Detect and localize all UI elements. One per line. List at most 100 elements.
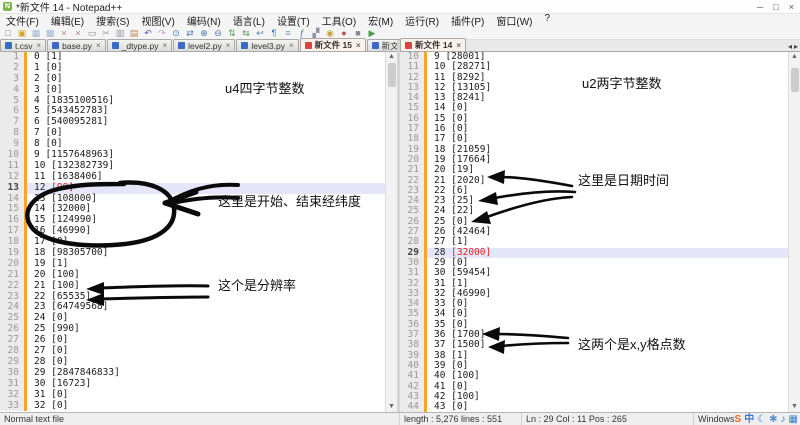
editor-line[interactable]: 3130 [16723] [0,379,397,390]
line-text: 24 [22] [424,205,474,216]
indent-guide-icon[interactable]: ≡ [282,28,294,39]
line-text: 14 [32000] [24,203,91,214]
save-icon[interactable]: ▦ [30,28,42,39]
play-macro-icon[interactable]: ▶ [366,28,378,39]
mic-icon[interactable]: ♪ [781,414,786,425]
line-text: 28 [0] [24,356,68,367]
editor-line[interactable]: 3130 [59454] [400,268,800,278]
menu-item[interactable]: ? [539,13,557,28]
scroll-up-icon[interactable]: ▲ [386,52,397,62]
saved-file-icon [52,42,59,49]
new-file-icon[interactable]: □ [2,28,14,39]
editor-line[interactable]: 4140 [100] [400,371,800,381]
menu-item[interactable]: 编码(N) [181,13,227,28]
stop-macro-icon[interactable]: ■ [352,28,364,39]
menu-item[interactable]: 运行(R) [399,13,445,28]
close-tab-icon[interactable]: × [356,41,361,50]
find-icon[interactable]: ⊙ [170,28,182,39]
close-tab-icon[interactable]: × [226,41,231,50]
line-text: 11 [1638406] [24,171,103,182]
line-text: 0 [1] [24,52,63,62]
copy-icon[interactable]: ▥ [114,28,126,39]
close-tab-icon[interactable]: × [96,41,101,50]
left-editor-pane[interactable]: 10 [1]21 [0]32 [0]43 [0]54 [1835100516]6… [0,52,397,412]
editor-tab[interactable]: _dtype.py× [107,39,173,51]
close-tab-icon[interactable]: × [162,41,167,50]
zoom-out-icon[interactable]: ⊖ [212,28,224,39]
title-bar: N *新文件 14 - Notepad++ ─ □ × [0,0,800,14]
open-folder-icon[interactable]: ▣ [16,28,28,39]
scroll-down-icon[interactable]: ▼ [386,402,397,412]
cut-icon[interactable]: ✂ [100,28,112,39]
print-icon[interactable]: ▭ [86,28,98,39]
sparkle-icon[interactable]: ✱ [769,414,777,425]
editor-line[interactable]: 2221 [100] [0,281,397,292]
editor-line[interactable]: 3332 [0] [0,401,397,412]
menu-item[interactable]: 窗口(W) [490,13,538,28]
line-text: 29 [2847846833] [24,367,120,378]
menu-item[interactable]: 语言(L) [227,13,271,28]
scroll-up-icon[interactable]: ▲ [789,52,800,62]
close-tab-icon[interactable]: × [456,41,461,50]
sync-vertical-icon[interactable]: ⇅ [226,28,238,39]
close-tab-icon[interactable]: × [36,41,41,50]
record-macro-icon[interactable]: ● [338,28,350,39]
maximize-button[interactable]: □ [773,2,778,12]
zoom-in-icon[interactable]: ⊕ [198,28,210,39]
editor-tab[interactable]: level3.py× [236,39,298,51]
line-text: 19 [1] [24,258,68,269]
left-vertical-scrollbar[interactable]: ▲ ▼ [385,52,397,412]
menu-item[interactable]: 宏(M) [362,13,399,28]
editor-tab[interactable]: 新文件 15× [300,38,366,51]
line-text: 11 [8292] [424,72,485,83]
close-all-icon[interactable]: × [72,28,84,39]
line-text: 5 [543452783] [24,105,108,116]
editor-line[interactable]: 3231 [0] [0,390,397,401]
monitoring-icon[interactable]: ◉ [324,28,336,39]
editor-tab[interactable]: base.py× [47,39,105,51]
word-wrap-icon[interactable]: ↩ [254,28,266,39]
minimize-button[interactable]: ─ [757,2,763,12]
right-editor-pane[interactable]: 109 [28001]1110 [28271]1211 [8292]1312 [… [400,52,800,412]
menu-item[interactable]: 视图(V) [135,13,180,28]
menu-item[interactable]: 编辑(E) [45,13,90,28]
function-list-icon[interactable]: ƒ [296,28,308,39]
tab-label: 新文件 14 [415,39,452,51]
menu-item[interactable]: 插件(P) [445,13,490,28]
editor-tab[interactable]: t.csv× [0,39,46,51]
menu-item[interactable]: 文件(F) [0,13,45,28]
undo-icon[interactable]: ↶ [142,28,154,39]
keyboard-icon[interactable]: ▦ [789,414,798,425]
menu-item[interactable]: 搜索(S) [90,13,135,28]
save-all-icon[interactable]: ▩ [44,28,56,39]
close-doc-icon[interactable]: × [58,28,70,39]
scrollbar-thumb[interactable] [791,68,799,92]
redo-icon[interactable]: ↷ [156,28,168,39]
tab-scroll-right-icon[interactable]: ▸ [794,42,798,51]
chinese-input-icon[interactable]: 中 [744,414,754,425]
editor-line[interactable]: 1312 [99] [0,183,397,194]
line-text: 20 [100] [24,269,80,280]
close-button[interactable]: × [789,2,794,12]
sync-horizontal-icon[interactable]: ⇆ [240,28,252,39]
line-text: 31 [0] [24,389,68,400]
line-text: 14 [0] [424,102,468,113]
sogou-icon[interactable]: S [735,414,742,425]
close-tab-icon[interactable]: × [289,41,294,50]
line-number: 44 [400,402,424,412]
moon-icon[interactable]: ☾ [757,414,766,425]
scrollbar-thumb[interactable] [388,63,396,87]
scroll-down-icon[interactable]: ▼ [789,402,800,412]
right-vertical-scrollbar[interactable]: ▲ ▼ [788,52,800,412]
replace-icon[interactable]: ⇄ [184,28,196,39]
editor-tab[interactable]: level2.py× [173,39,235,51]
editor-tab[interactable]: 新文件 14 × [400,38,466,51]
menu-item[interactable]: 设置(T) [271,13,316,28]
menu-item[interactable]: 工具(O) [316,13,362,28]
show-all-chars-icon[interactable]: ¶ [268,28,280,39]
paste-icon[interactable]: ▤ [128,28,140,39]
editor-line[interactable]: 4443 [0] [400,402,800,412]
doc-map-icon[interactable]: ▞ [310,28,322,39]
editor-line[interactable]: 43 [0] [0,85,397,96]
tab-scroll-left-icon[interactable]: ◂ [788,42,792,51]
